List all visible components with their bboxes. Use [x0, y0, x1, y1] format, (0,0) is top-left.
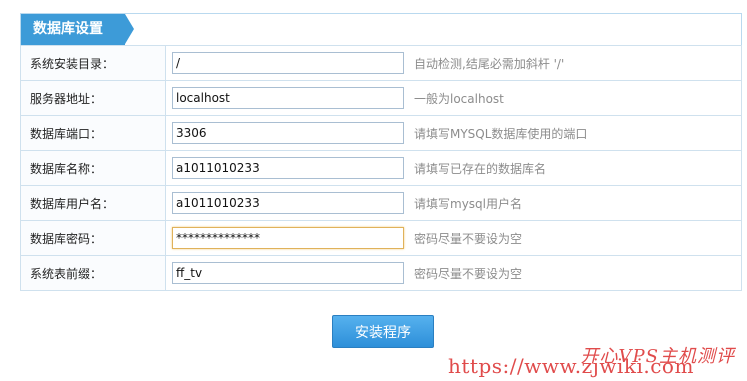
form-row-db-port: 数据库端口： 请填写MYSQL数据库使用的端口	[20, 115, 742, 151]
db-username-label: 数据库用户名：	[20, 185, 166, 221]
db-port-label: 数据库端口：	[20, 115, 166, 151]
server-address-input[interactable]	[172, 87, 404, 109]
settings-form-table: 系统安装目录： 自动检测,结尾必需加斜杆 '/' 服务器地址： 一般为local…	[20, 45, 742, 291]
table-prefix-label: 系统表前缀：	[20, 255, 166, 291]
install-dir-hint: 自动检测,结尾必需加斜杆 '/'	[414, 56, 565, 71]
db-name-hint: 请填写已存在的数据库名	[414, 161, 547, 176]
form-row-db-username: 数据库用户名： 请填写mysql用户名	[20, 185, 742, 221]
db-password-field-cell: 密码尽量不要设为空	[165, 220, 742, 256]
form-row-server-address: 服务器地址： 一般为localhost	[20, 80, 742, 116]
install-dir-field-cell: 自动检测,结尾必需加斜杆 '/'	[165, 45, 742, 81]
db-name-label: 数据库名称：	[20, 150, 166, 186]
db-username-field-cell: 请填写mysql用户名	[165, 185, 742, 221]
form-row-db-name: 数据库名称： 请填写已存在的数据库名	[20, 150, 742, 186]
server-address-label: 服务器地址：	[20, 80, 166, 116]
install-dir-label: 系统安装目录：	[20, 45, 166, 81]
form-row-install-dir: 系统安装目录： 自动检测,结尾必需加斜杆 '/'	[20, 45, 742, 81]
install-button[interactable]: 安装程序	[332, 315, 434, 348]
db-port-hint: 请填写MYSQL数据库使用的端口	[414, 126, 588, 141]
db-name-input[interactable]	[172, 157, 404, 179]
panel-title: 数据库设置	[21, 14, 125, 45]
table-prefix-hint: 密码尽量不要设为空	[414, 266, 523, 281]
db-port-input[interactable]	[172, 122, 404, 144]
table-prefix-input[interactable]	[172, 262, 404, 284]
watermark-name: 开心VPS主机测评	[580, 346, 735, 367]
form-row-db-password: 数据库密码： 密码尽量不要设为空	[20, 220, 742, 256]
form-row-table-prefix: 系统表前缀： 密码尽量不要设为空	[20, 255, 742, 291]
watermark: 开心VPS主机测评 https://www.zjwiki.com	[448, 342, 743, 378]
db-port-field-cell: 请填写MYSQL数据库使用的端口	[165, 115, 742, 151]
server-address-field-cell: 一般为localhost	[165, 80, 742, 116]
db-password-label: 数据库密码：	[20, 220, 166, 256]
db-password-hint: 密码尽量不要设为空	[414, 231, 523, 246]
watermark-url: https://www.zjwiki.com	[448, 354, 694, 378]
db-password-input[interactable]	[172, 227, 404, 249]
install-dir-input[interactable]	[172, 52, 404, 74]
db-name-field-cell: 请填写已存在的数据库名	[165, 150, 742, 186]
table-prefix-field-cell: 密码尽量不要设为空	[165, 255, 742, 291]
panel-title-arrow	[125, 14, 134, 44]
panel-header: 数据库设置	[20, 13, 742, 45]
db-username-input[interactable]	[172, 192, 404, 214]
database-settings-panel: 数据库设置 系统安装目录： 自动检测,结尾必需加斜杆 '/' 服务器地址：	[20, 13, 742, 291]
db-username-hint: 请填写mysql用户名	[414, 196, 522, 211]
server-address-hint: 一般为localhost	[414, 91, 504, 106]
